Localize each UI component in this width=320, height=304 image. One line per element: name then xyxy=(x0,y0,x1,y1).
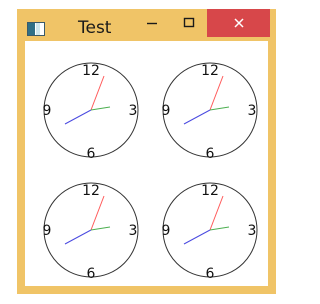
numeral-6: 6 xyxy=(87,266,96,282)
title-bar[interactable]: Test xyxy=(17,9,276,41)
green-hand xyxy=(90,106,111,111)
numeral-9: 9 xyxy=(162,103,171,119)
clock-bottom-left: 12 3 6 9 xyxy=(36,174,146,284)
numeral-3: 3 xyxy=(248,223,257,239)
red-hand xyxy=(90,75,105,111)
close-button[interactable] xyxy=(207,9,270,37)
green-hand xyxy=(209,106,230,111)
client-area: 12 3 6 9 12 3 6 9 12 3 6 9 12 3 6 9 xyxy=(25,41,268,286)
numeral-6: 6 xyxy=(87,146,96,162)
numeral-12: 12 xyxy=(82,63,100,79)
maximize-icon xyxy=(183,14,195,33)
window-app-icon[interactable] xyxy=(27,21,45,36)
green-hand xyxy=(90,226,111,231)
clock-top-right: 12 3 6 9 xyxy=(155,54,265,164)
blue-hand xyxy=(64,109,92,125)
numeral-9: 9 xyxy=(43,223,52,239)
red-hand xyxy=(209,75,224,111)
numeral-9: 9 xyxy=(162,223,171,239)
numeral-3: 3 xyxy=(248,103,257,119)
maximize-button[interactable] xyxy=(172,9,206,37)
numeral-3: 3 xyxy=(129,103,138,119)
numeral-12: 12 xyxy=(82,183,100,199)
numeral-12: 12 xyxy=(201,63,219,79)
numeral-6: 6 xyxy=(206,146,215,162)
red-hand xyxy=(90,195,105,231)
app-window: Test 12 3 6 9 12 3 6 9 12 3 6 9 12 3 6 9 xyxy=(17,9,276,294)
blue-hand xyxy=(64,229,92,245)
minimize-button[interactable] xyxy=(134,9,170,37)
clock-bottom-right: 12 3 6 9 xyxy=(155,174,265,284)
red-hand xyxy=(209,195,224,231)
green-hand xyxy=(209,226,230,231)
clock-top-left: 12 3 6 9 xyxy=(36,54,146,164)
numeral-3: 3 xyxy=(129,223,138,239)
blue-hand xyxy=(183,229,211,245)
window-title: Test xyxy=(78,18,112,38)
numeral-9: 9 xyxy=(43,103,52,119)
numeral-12: 12 xyxy=(201,183,219,199)
blue-hand xyxy=(183,109,211,125)
minimize-icon xyxy=(146,14,158,33)
numeral-6: 6 xyxy=(206,266,215,282)
close-icon xyxy=(233,14,245,33)
